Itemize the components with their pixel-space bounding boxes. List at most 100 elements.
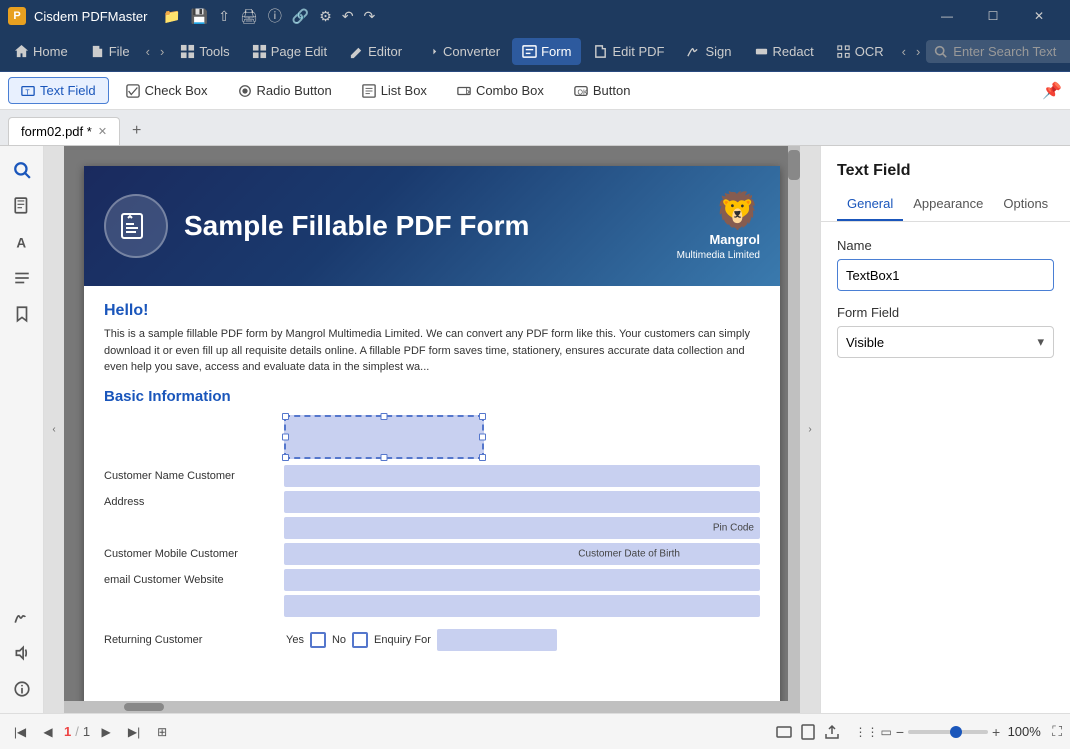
menu-page-edit[interactable]: Page Edit bbox=[242, 38, 337, 65]
menu-home[interactable]: Home bbox=[4, 38, 78, 65]
button-button[interactable]: OK Button bbox=[561, 77, 644, 104]
name-input[interactable] bbox=[837, 259, 1054, 291]
email-field[interactable] bbox=[284, 569, 760, 591]
sidebar-volume-icon[interactable] bbox=[6, 637, 38, 669]
logo-text: Mangrol Multimedia Limited bbox=[677, 232, 760, 262]
tab-appearance[interactable]: Appearance bbox=[903, 188, 993, 221]
fit-page-btn[interactable]: ⊞ bbox=[150, 720, 174, 744]
customer-name-row: Customer Name Customer bbox=[104, 465, 760, 487]
more-arrows: ‹ › bbox=[898, 42, 925, 61]
prev-page-arrow[interactable]: ‹ bbox=[898, 42, 910, 61]
maximize-button[interactable]: ☐ bbox=[970, 0, 1016, 32]
no-checkbox[interactable] bbox=[352, 632, 368, 648]
menu-redact[interactable]: Redact bbox=[744, 38, 824, 65]
collapse-right-button[interactable]: › bbox=[800, 146, 820, 713]
enquiry-field[interactable] bbox=[437, 629, 557, 651]
collapse-left-button[interactable]: ‹ bbox=[44, 146, 64, 713]
minimize-button[interactable]: — bbox=[924, 0, 970, 32]
add-tab-icon[interactable]: + bbox=[132, 122, 141, 140]
text-field-button[interactable]: T Text Field bbox=[8, 77, 109, 104]
expand-button[interactable]: ⛶ bbox=[1052, 723, 1062, 740]
yes-text: Yes bbox=[286, 634, 304, 646]
pin-icon[interactable]: 📌 bbox=[1042, 81, 1062, 101]
yes-checkbox[interactable] bbox=[310, 632, 326, 648]
page-current: 1 bbox=[64, 724, 71, 739]
settings-icon[interactable]: ⚙ bbox=[319, 8, 332, 25]
logo-icon: 🦁 bbox=[677, 190, 760, 232]
selected-text-field[interactable] bbox=[284, 415, 484, 459]
back-arrow[interactable]: ‹ bbox=[142, 42, 154, 61]
menu-ocr[interactable]: OCR bbox=[826, 38, 894, 65]
last-page-btn[interactable]: ▶| bbox=[122, 720, 146, 744]
first-page-btn[interactable]: |◀ bbox=[8, 720, 32, 744]
tab-options[interactable]: Options bbox=[993, 188, 1058, 221]
share-icon[interactable]: ⇧ bbox=[218, 8, 230, 25]
zoom-out-button[interactable]: − bbox=[896, 724, 904, 740]
pdf-scroll[interactable]: Sample Fillable PDF Form 🦁 Mangrol Multi… bbox=[64, 146, 800, 701]
website-field[interactable] bbox=[284, 595, 760, 617]
fit-page-icon[interactable] bbox=[798, 722, 818, 742]
menu-sign[interactable]: Sign bbox=[676, 38, 741, 65]
prev-page-btn[interactable]: ◀ bbox=[36, 720, 60, 744]
pdf-description: This is a sample fillable PDF form by Ma… bbox=[104, 326, 760, 376]
sidebar-info-icon[interactable] bbox=[6, 673, 38, 705]
next-page-btn[interactable]: ▶ bbox=[94, 720, 118, 744]
scrollbar-thumb[interactable] bbox=[788, 150, 800, 180]
link-icon[interactable]: 🔗 bbox=[292, 8, 309, 25]
combo-box-button[interactable]: Combo Box bbox=[444, 77, 557, 104]
next-page-arrow[interactable]: › bbox=[912, 42, 924, 61]
menu-converter[interactable]: Converter bbox=[414, 38, 510, 65]
mobile-field[interactable]: Customer Date of Birth bbox=[284, 543, 760, 565]
tab-general[interactable]: General bbox=[837, 188, 903, 221]
save-icon[interactable]: 💾 bbox=[191, 8, 208, 25]
panel-title: Text Field bbox=[821, 146, 1070, 188]
redo-icon[interactable]: ↷ bbox=[364, 8, 376, 25]
single-page-icon[interactable]: ▭ bbox=[880, 725, 891, 739]
menu-edit-pdf[interactable]: Edit PDF bbox=[583, 38, 674, 65]
address-field-1[interactable] bbox=[284, 491, 760, 513]
form-field-select[interactable]: Visible Hidden No Print No View bbox=[837, 326, 1054, 358]
sidebar-bookmark-icon[interactable] bbox=[6, 298, 38, 330]
new-tab-button[interactable]: + bbox=[120, 117, 148, 145]
sidebar-list-icon[interactable] bbox=[6, 262, 38, 294]
forward-arrow[interactable]: › bbox=[156, 42, 168, 61]
menu-form[interactable]: Form bbox=[512, 38, 581, 65]
zoom-slider[interactable] bbox=[908, 730, 988, 734]
sidebar-search-icon[interactable] bbox=[6, 154, 38, 186]
open-icon[interactable]: 📁 bbox=[163, 8, 180, 25]
radio-button-button[interactable]: Radio Button bbox=[225, 77, 345, 104]
address-field-2[interactable]: Pin Code bbox=[284, 517, 760, 539]
page-total: 1 bbox=[83, 724, 90, 739]
tab-filename: form02.pdf * bbox=[21, 124, 92, 139]
search-box[interactable] bbox=[926, 40, 1070, 63]
zoom-in-button[interactable]: + bbox=[992, 724, 1000, 740]
sidebar-pages-icon[interactable] bbox=[6, 190, 38, 222]
export-icon[interactable] bbox=[822, 722, 842, 742]
list-box-button[interactable]: List Box bbox=[349, 77, 440, 104]
scrollbar-vertical[interactable] bbox=[788, 146, 800, 713]
svg-text:T: T bbox=[25, 89, 30, 96]
panel-body: Name Form Field Visible Hidden No Print … bbox=[821, 222, 1070, 713]
continuous-scroll-icon[interactable]: ⋮⋮ bbox=[854, 725, 878, 739]
undo-icon[interactable]: ↶ bbox=[342, 8, 354, 25]
search-input[interactable] bbox=[953, 44, 1070, 59]
sidebar-signature-icon[interactable] bbox=[6, 601, 38, 633]
customer-name-field[interactable] bbox=[284, 465, 760, 487]
menu-editor[interactable]: Editor bbox=[339, 38, 412, 65]
print-icon[interactable]: 🖨 bbox=[240, 8, 258, 25]
main-layout: A ‹ bbox=[0, 146, 1070, 713]
menu-file[interactable]: File bbox=[80, 38, 140, 65]
close-button[interactable]: ✕ bbox=[1016, 0, 1062, 32]
pdf-tab[interactable]: form02.pdf * ✕ bbox=[8, 117, 120, 145]
tab-bar: form02.pdf * ✕ + bbox=[0, 110, 1070, 146]
sidebar-text-icon[interactable]: A bbox=[6, 226, 38, 258]
scrollbar-horizontal[interactable] bbox=[64, 701, 800, 713]
menu-tools[interactable]: Tools bbox=[170, 38, 239, 65]
pdf-body: Hello! This is a sample fillable PDF for… bbox=[84, 286, 780, 671]
help-icon[interactable]: ⓘ bbox=[268, 6, 282, 26]
fit-width-icon[interactable] bbox=[774, 722, 794, 742]
address-label: Address bbox=[104, 496, 280, 508]
tab-close-icon[interactable]: ✕ bbox=[98, 125, 107, 138]
scrollbar-h-thumb[interactable] bbox=[124, 703, 164, 711]
check-box-button[interactable]: Check Box bbox=[113, 77, 221, 104]
